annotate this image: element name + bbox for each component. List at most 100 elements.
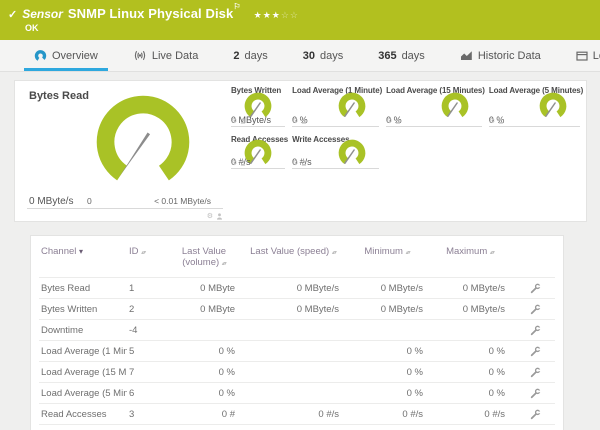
chart-icon	[460, 51, 472, 60]
status-ok-check-icon: ✓	[8, 9, 18, 21]
wrench-icon[interactable]	[530, 409, 541, 420]
col-header-last-speed[interactable]: Last Value (speed) ▴▾	[245, 241, 349, 278]
tab-overview[interactable]: Overview	[24, 40, 108, 71]
cell-channel: Bytes Read	[39, 277, 127, 299]
cell-minimum	[349, 319, 433, 341]
cell-id: -4	[127, 319, 171, 341]
cell-maximum: 0 MByte/s	[433, 277, 515, 299]
col-header-edit	[515, 241, 555, 278]
live-data-icon	[134, 50, 145, 61]
channels-table-panel: Channel ▾ ID ▴▾ Last Value (volume) ▴▾ La…	[30, 235, 564, 430]
mini-gauge-bytes-written: Bytes Written 0 MByte/s ⚙	[231, 81, 288, 133]
cell-maximum: 0 %	[433, 361, 515, 383]
cell-minimum: 0 %	[349, 361, 433, 383]
wrench-icon[interactable]	[530, 283, 541, 294]
tab-log-label: Log	[592, 49, 600, 62]
tab-historic-data[interactable]: Historic Data	[456, 40, 545, 71]
tab-bar: Overview Live Data 2 days 30 days 365 da…	[0, 40, 600, 72]
user-access-icon[interactable]	[498, 118, 504, 124]
cell-id: 3	[127, 403, 171, 425]
sensor-title: SNMP Linux Physical Disk⚐	[67, 2, 241, 21]
sort-icon: ▴▾	[221, 261, 227, 267]
user-access-icon[interactable]	[301, 118, 307, 124]
sort-desc-icon: ▾	[79, 247, 84, 256]
cell-channel: Load Average (1 Min…	[39, 340, 127, 362]
cell-id: 2	[127, 298, 171, 320]
log-window-icon	[576, 51, 588, 61]
channel-settings-gear-icon[interactable]: ⚙	[489, 117, 495, 125]
cell-channel: Bytes Written	[39, 298, 127, 320]
cell-channel: Write Accesses	[39, 424, 127, 430]
cell-last-speed: 0 #/s	[245, 424, 349, 430]
table-row: Bytes Written 2 0 MByte 0 MByte/s 0 MByt…	[39, 298, 555, 320]
col-header-id[interactable]: ID ▴▾	[127, 241, 171, 278]
tab-30-days-label: days	[319, 49, 344, 62]
priority-stars[interactable]: ★★★☆☆	[254, 10, 299, 21]
user-access-icon[interactable]	[395, 118, 401, 124]
cell-minimum: 0 MByte/s	[349, 277, 433, 299]
cell-channel: Downtime	[39, 319, 127, 341]
mini-gauge-read-accesses: Read Accesses 0 #/s ⚙	[231, 133, 288, 179]
sort-icon: ▴▾	[405, 250, 411, 256]
mini-gauge-label: Load Average (15 Minutes)	[386, 86, 485, 95]
cell-channel: Load Average (5 Min…	[39, 382, 127, 404]
cell-maximum: 0 %	[433, 382, 515, 404]
main-gauge-value: 0 MByte/s	[29, 196, 74, 207]
tab-live-data-label: Live Data	[151, 49, 199, 62]
user-access-icon[interactable]	[240, 118, 246, 124]
cell-minimum: 0 MByte/s	[349, 298, 433, 320]
sort-icon: ▴▾	[331, 250, 337, 256]
main-gauge-bytes-read: Bytes Read 0 < 0.01 MByte/s 0 MByte/s ⚙	[15, 81, 229, 221]
cell-last-volume: 0 #	[171, 424, 245, 430]
user-access-icon[interactable]	[301, 160, 307, 166]
channel-settings-gear-icon[interactable]: ⚙	[292, 159, 298, 167]
channels-table: Channel ▾ ID ▴▾ Last Value (volume) ▴▾ La…	[39, 241, 555, 430]
cell-last-speed	[245, 340, 349, 362]
cell-last-speed: 0 #/s	[245, 403, 349, 425]
mini-gauge-load-5min: Load Average (5 Minutes) 0 % ⚙	[488, 81, 583, 133]
tab-historic-data-label: Historic Data	[477, 49, 541, 62]
tab-log[interactable]: Log	[572, 40, 600, 71]
tab-30-days[interactable]: 30 days	[299, 40, 348, 71]
overview-content: Bytes Read 0 < 0.01 MByte/s 0 MByte/s ⚙ …	[0, 72, 600, 430]
cell-minimum: 0 %	[349, 340, 433, 362]
table-row: Downtime -4	[39, 319, 555, 341]
gauges-panel: Bytes Read 0 < 0.01 MByte/s 0 MByte/s ⚙ …	[14, 80, 587, 222]
tab-365-days[interactable]: 365 days	[374, 40, 429, 71]
tab-2-days[interactable]: 2 days	[229, 40, 271, 71]
channel-settings-gear-icon[interactable]: ⚙	[207, 212, 213, 220]
wrench-icon[interactable]	[530, 367, 541, 378]
channel-settings-gear-icon[interactable]: ⚙	[231, 159, 237, 167]
cell-id: 5	[127, 340, 171, 362]
channel-settings-gear-icon[interactable]: ⚙	[292, 117, 298, 125]
channel-settings-gear-icon[interactable]: ⚙	[231, 117, 237, 125]
cell-id: 7	[127, 361, 171, 383]
cell-id: 1	[127, 277, 171, 299]
mini-gauges-grid: Bytes Written 0 MByte/s ⚙ Load Average (…	[229, 81, 593, 221]
col-header-channel[interactable]: Channel ▾	[39, 241, 127, 278]
cell-id: 4	[127, 424, 171, 430]
sort-icon: ▴▾	[141, 250, 146, 256]
cell-maximum	[433, 319, 515, 341]
cell-last-speed: 0 MByte/s	[245, 277, 349, 299]
col-header-last-volume[interactable]: Last Value (volume) ▴▾	[171, 241, 245, 278]
sensor-kind-label: Sensor	[22, 7, 63, 21]
channel-settings-gear-icon[interactable]: ⚙	[386, 117, 392, 125]
cell-id: 6	[127, 382, 171, 404]
user-access-icon[interactable]	[240, 160, 246, 166]
stars-empty: ☆☆	[280, 10, 299, 20]
wrench-icon[interactable]	[530, 304, 541, 315]
cell-maximum: 0 #/s	[433, 403, 515, 425]
wrench-icon[interactable]	[530, 388, 541, 399]
tab-live-data[interactable]: Live Data	[129, 40, 202, 71]
user-access-icon[interactable]	[216, 212, 223, 220]
cell-last-speed	[245, 319, 349, 341]
cell-minimum: 0 %	[349, 382, 433, 404]
main-gauge-label: Bytes Read	[29, 90, 89, 102]
wrench-icon[interactable]	[530, 346, 541, 357]
table-row: Load Average (15 Mi… 7 0 % 0 % 0 %	[39, 361, 555, 383]
wrench-icon[interactable]	[530, 325, 541, 336]
col-header-minimum[interactable]: Minimum ▴▾	[349, 241, 433, 278]
sensor-status-bar: ✓ Sensor SNMP Linux Physical Disk⚐ ★★★☆☆…	[0, 0, 600, 40]
col-header-maximum[interactable]: Maximum ▴▾	[433, 241, 515, 278]
